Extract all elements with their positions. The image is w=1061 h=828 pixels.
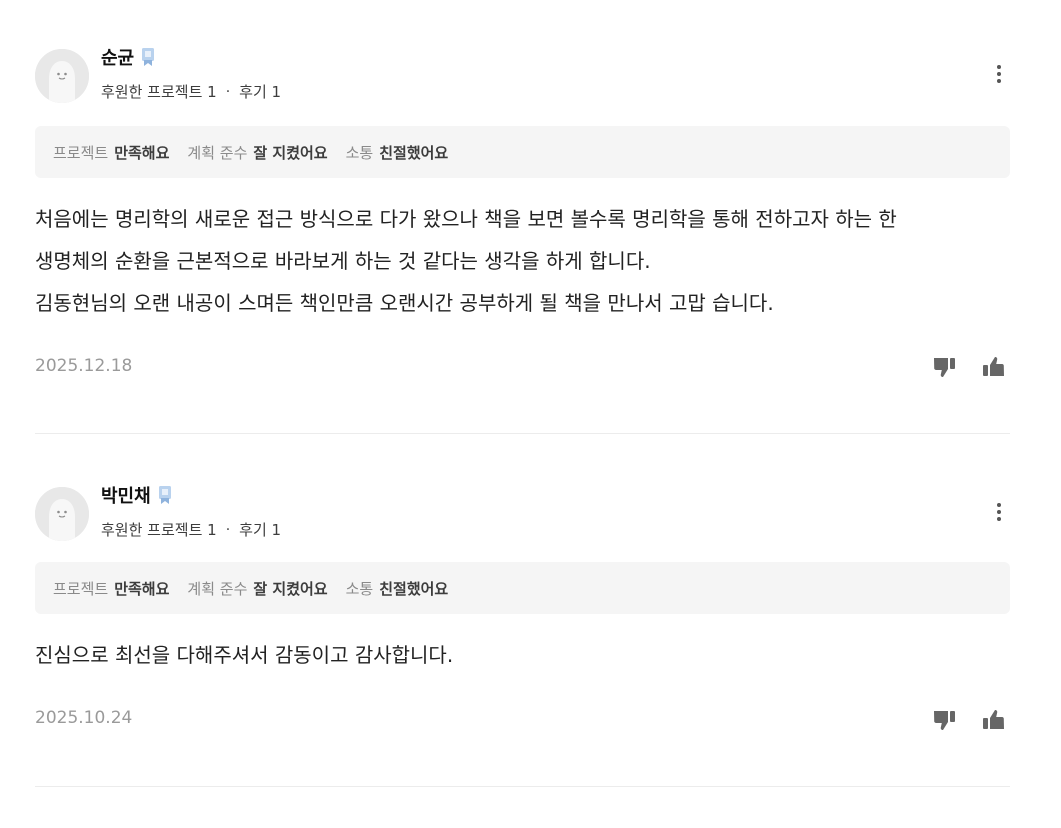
rating-value: 친절했어요 (379, 579, 449, 598)
rating-value: 잘 지켰어요 (253, 143, 328, 162)
dislike-button[interactable] (932, 707, 958, 733)
meta-separator: · (225, 83, 231, 100)
avatar[interactable] (35, 487, 89, 541)
review-body: 처음에는 명리학의 새로운 접근 방식으로 다가 왔으나 책을 보면 볼수록 명… (35, 198, 1010, 324)
rating-project: 프로젝트 만족해요 (53, 578, 169, 599)
user-meta: 후원한 프로젝트 1 · 후기 1 (101, 519, 281, 540)
rating-value: 친절했어요 (379, 143, 449, 162)
thumbs-down-icon (934, 711, 955, 730)
rating-label: 프로젝트 (53, 579, 109, 598)
rating-value: 만족해요 (114, 579, 170, 598)
review-count: 후기 1 (239, 83, 282, 101)
rating-communication: 소통 친절했어요 (346, 578, 449, 599)
review-date: 2025.10.24 (35, 708, 133, 728)
rating-value: 만족해요 (114, 143, 170, 162)
more-vertical-icon (997, 503, 1001, 521)
meta-separator: · (225, 521, 231, 538)
review-count: 후기 1 (239, 521, 282, 539)
user-name[interactable]: 순균 (101, 44, 134, 70)
thumbs-up-icon (983, 710, 1004, 729)
review-divider (35, 786, 1010, 787)
review-divider (35, 433, 1010, 434)
rating-communication: 소통 친절했어요 (346, 142, 449, 163)
rating-summary: 프로젝트 만족해요 계획 준수 잘 지켰어요 소통 친절했어요 (35, 562, 1010, 614)
thumbs-up-icon (983, 357, 1004, 376)
more-vertical-icon (997, 65, 1001, 83)
review-body-line: 진심으로 최선을 다해주셔서 감동이고 감사합니다. (35, 643, 454, 667)
backed-projects-count: 후원한 프로젝트 1 (101, 521, 217, 539)
user-name[interactable]: 박민채 (101, 482, 151, 508)
dislike-button[interactable] (932, 354, 958, 380)
like-button[interactable] (980, 354, 1006, 380)
review-date: 2025.12.18 (35, 356, 133, 376)
review-card: 박민채 후원한 프로젝트 1 · 후기 1 프로젝트 만족해요 계획 준수 잘 … (35, 478, 1010, 730)
rating-schedule: 계획 준수 잘 지켰어요 (187, 142, 327, 163)
supporter-badge-icon (140, 47, 156, 67)
thumbs-down-icon (934, 358, 955, 377)
rating-value: 잘 지켰어요 (253, 579, 328, 598)
rating-label: 계획 준수 (187, 579, 248, 598)
rating-label: 소통 (345, 143, 374, 162)
rating-project: 프로젝트 만족해요 (53, 142, 169, 163)
review-header: 순균 후원한 프로젝트 1 · 후기 1 (35, 40, 1010, 108)
review-body-line: 김동현님의 오랜 내공이 스며든 책인만큼 오랜시간 공부하게 될 책을 만나서… (35, 291, 774, 315)
review-header: 박민채 후원한 프로젝트 1 · 후기 1 (35, 478, 1010, 546)
review-body-line: 처음에는 명리학의 새로운 접근 방식으로 다가 왔으나 책을 보면 볼수록 명… (35, 207, 897, 231)
rating-schedule: 계획 준수 잘 지켰어요 (187, 578, 327, 599)
backed-projects-count: 후원한 프로젝트 1 (101, 83, 217, 101)
like-button[interactable] (980, 707, 1006, 733)
review-card: 순균 후원한 프로젝트 1 · 후기 1 프로젝트 만족해요 계획 준수 잘 지… (35, 40, 1010, 377)
review-body: 진심으로 최선을 다해주셔서 감동이고 감사합니다. (35, 634, 1010, 676)
avatar[interactable] (35, 49, 89, 103)
more-options-button[interactable] (988, 500, 1010, 524)
review-body-line: 생명체의 순환을 근본적으로 바라보게 하는 것 같다는 생각을 하게 합니다. (35, 249, 651, 273)
user-meta: 후원한 프로젝트 1 · 후기 1 (101, 81, 281, 102)
review-actions (910, 354, 1006, 380)
rating-label: 계획 준수 (187, 143, 248, 162)
rating-summary: 프로젝트 만족해요 계획 준수 잘 지켰어요 소통 친절했어요 (35, 126, 1010, 178)
review-actions (910, 707, 1006, 733)
rating-label: 소통 (345, 579, 374, 598)
rating-label: 프로젝트 (53, 143, 109, 162)
supporter-badge-icon (157, 485, 173, 505)
more-options-button[interactable] (988, 62, 1010, 86)
